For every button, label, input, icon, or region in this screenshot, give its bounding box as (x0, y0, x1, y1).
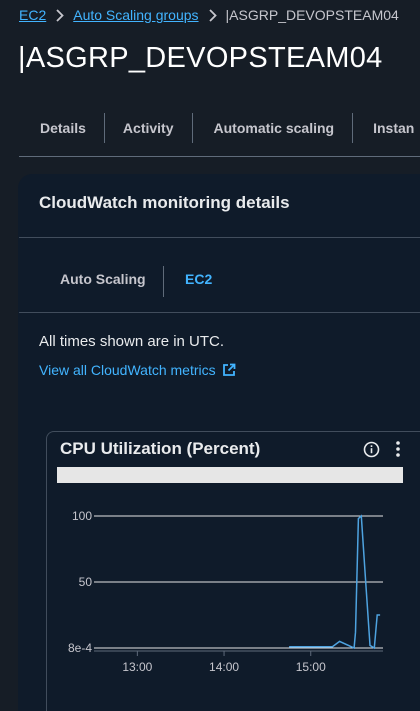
inner-tabs-underline (19, 312, 420, 313)
widget-loading-bar (57, 467, 403, 483)
view-cloudwatch-metrics-link[interactable]: View all CloudWatch metrics (39, 362, 236, 378)
breadcrumb: EC2 Auto Scaling groups |ASGRP_DEVOPSTEA… (19, 6, 399, 24)
external-link-icon (222, 363, 236, 376)
x-tick-label: 13:00 (122, 660, 152, 674)
page-title: |ASGRP_DEVOPSTEAM04 (18, 42, 383, 74)
container-header-divider (19, 237, 420, 238)
y-tick-label: 100 (72, 509, 92, 523)
tab-instances[interactable]: Instan (353, 113, 420, 143)
y-tick-label: 8e-4 (68, 641, 92, 655)
tab-activity[interactable]: Activity (105, 113, 192, 143)
widget-title: CPU Utilization (Percent) (60, 439, 261, 458)
chevron-right-icon (208, 8, 217, 22)
cpu-utilization-chart: 100 50 8e-4 13:00 14:00 15:00 (68, 509, 383, 674)
tab-auto-scaling[interactable]: Auto Scaling (60, 271, 146, 287)
breadcrumb-link-ec2[interactable]: EC2 (19, 7, 46, 23)
tab-divider (163, 266, 164, 297)
utc-note: All times shown are in UTC. (39, 333, 225, 350)
x-tick-label: 15:00 (296, 660, 326, 674)
tab-details[interactable]: Details (22, 113, 104, 143)
container-header: CloudWatch monitoring details (39, 193, 290, 212)
y-tick-label: 50 (79, 575, 93, 589)
vertical-ellipsis-icon[interactable] (391, 440, 405, 458)
tab-ec2[interactable]: EC2 (185, 271, 212, 287)
breadcrumb-current: |ASGRP_DEVOPSTEAM04 (225, 7, 399, 23)
tabs-underline (19, 156, 420, 157)
view-cloudwatch-metrics-label: View all CloudWatch metrics (39, 362, 216, 378)
chevron-right-icon (55, 8, 65, 22)
breadcrumb-link-auto-scaling-groups[interactable]: Auto Scaling groups (73, 7, 198, 23)
x-tick-label: 14:00 (209, 660, 239, 674)
tab-automatic-scaling[interactable]: Automatic scaling (193, 113, 353, 143)
info-icon[interactable] (363, 441, 380, 458)
tab-list: Details Activity Automatic scaling Insta… (22, 113, 420, 143)
